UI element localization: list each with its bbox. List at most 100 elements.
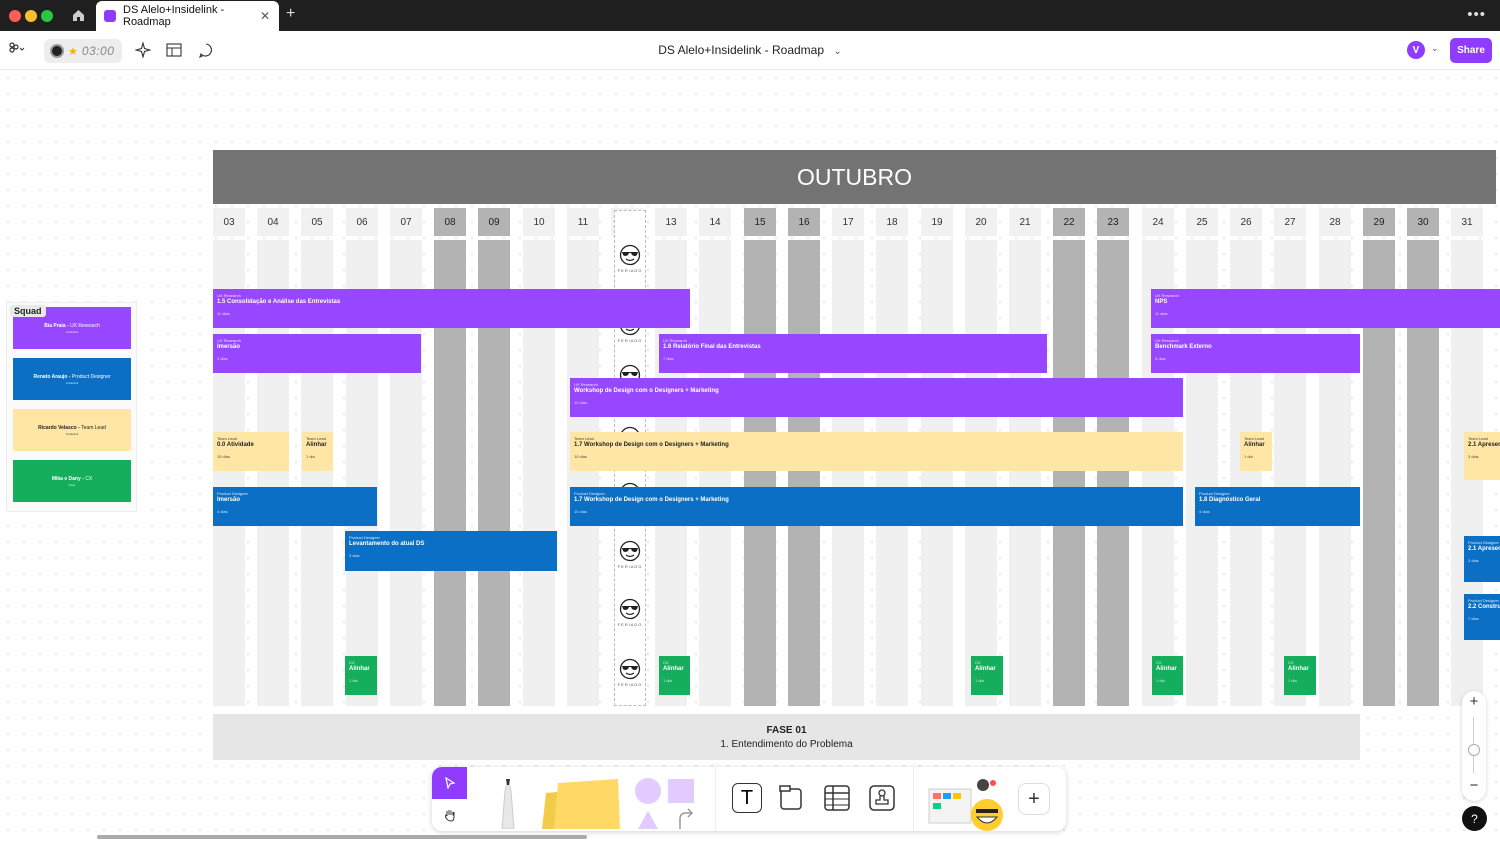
squad-member-card[interactable]: Renato Araujo - Product Designer Insideli…	[13, 358, 131, 400]
task-card[interactable]: Product Designer 1.8 Diagnóstico Geral 4 d…	[1195, 487, 1360, 526]
task-duration: 1 dia	[1156, 678, 1165, 683]
task-card[interactable]: CX Alinhar 1 dia	[1152, 656, 1183, 695]
table-tool[interactable]	[822, 783, 852, 813]
widgets-tool[interactable]	[927, 775, 1007, 831]
task-card[interactable]: Product Designer 2.2 Constru 7 dias	[1464, 594, 1500, 640]
stamp-tool[interactable]	[867, 783, 897, 813]
task-duration: 7 dias	[1468, 616, 1479, 621]
day-label-18: 18	[876, 208, 908, 236]
document-title[interactable]: DS Alelo+Insidelink - Roadmap ⌄	[0, 43, 1500, 57]
task-role: CX	[349, 660, 355, 665]
tab-roadmap[interactable]: DS Alelo+Insidelink - Roadmap ✕	[96, 1, 279, 31]
more-tools-button[interactable]: +	[1018, 783, 1050, 815]
maximize-window-button[interactable]	[41, 10, 53, 22]
top-toolbar: ★ 03:00 DS Alelo+Insidelink - Roadmap ⌄ …	[0, 31, 1500, 70]
task-card[interactable]: CX Alinhar 1 dia	[659, 656, 690, 695]
close-tab-icon[interactable]: ✕	[260, 9, 270, 23]
chevron-down-icon[interactable]: ⌄	[1431, 43, 1439, 54]
task-card[interactable]: CX Alinhar 1 dia	[1284, 656, 1316, 695]
day-label-06: 06	[346, 208, 378, 236]
task-card[interactable]: UX Research 1.6 Relatório Final das Entre…	[659, 334, 1047, 373]
avatar[interactable]: V	[1407, 41, 1425, 59]
zoom-control[interactable]: + −	[1462, 691, 1486, 801]
holiday-label: FERIADO	[617, 682, 643, 687]
help-button[interactable]: ?	[1462, 806, 1487, 831]
more-options-icon[interactable]: •••	[1467, 6, 1486, 23]
squad-member-card[interactable]: Ricardo Velasco - Team Lead Insidelink	[13, 409, 131, 451]
day-label-28: 28	[1319, 208, 1351, 236]
day-label-19: 19	[921, 208, 953, 236]
zoom-out-button[interactable]: −	[1462, 777, 1486, 794]
task-title: 1.7 Workshop de Design com o Designers +…	[574, 442, 729, 448]
zoom-in-button[interactable]: +	[1462, 693, 1486, 710]
squad-label[interactable]: Squad	[10, 305, 46, 317]
hand-tool[interactable]	[432, 799, 467, 831]
cursor-icon	[444, 777, 456, 789]
task-duration: 1 dia	[1244, 454, 1253, 459]
task-card[interactable]: CX Alinhar 1 dia	[345, 656, 377, 695]
task-duration: 1 dia	[306, 454, 315, 459]
task-card[interactable]: Product Designer2.1 Apresen Figma 3 dias	[1464, 536, 1500, 582]
task-title: Alinhar	[1244, 442, 1265, 448]
task-role: Product Designer	[349, 535, 380, 540]
day-label-20: 20	[965, 208, 997, 236]
minimize-window-button[interactable]	[25, 10, 37, 22]
task-card[interactable]: Team Lead 0.0 Atividade 15 dias	[213, 432, 289, 471]
task-duration: 10 dias	[574, 400, 587, 405]
task-card[interactable]: UX Research Imersão 3 dias	[213, 334, 421, 373]
task-role: Team Lead	[1244, 436, 1264, 441]
board-canvas[interactable]: OUTUBRO 03040506070809101112131415161718…	[0, 70, 1500, 844]
member-org: Insidelink	[65, 431, 79, 436]
holiday-label: FERIADO	[617, 622, 643, 627]
task-card[interactable]: UX Research NPS 11 dias	[1151, 289, 1500, 328]
sticky-note-tool[interactable]	[540, 779, 620, 829]
close-window-button[interactable]	[9, 10, 21, 22]
zoom-slider-handle[interactable]	[1468, 744, 1480, 756]
task-card[interactable]: Product Designer Imersão 4 dias	[213, 487, 377, 526]
tab-title: DS Alelo+Insidelink - Roadmap	[123, 4, 225, 28]
day-label-14: 14	[699, 208, 731, 236]
task-card[interactable]: Product Designer Levantamento do atual DS…	[345, 531, 557, 571]
task-title: Alinhar	[349, 666, 370, 672]
marker-tool[interactable]	[492, 778, 524, 830]
section-icon	[779, 785, 802, 810]
text-tool[interactable]: T	[732, 783, 762, 813]
task-role: CX	[1288, 660, 1294, 665]
day-label-05: 05	[301, 208, 333, 236]
horizontal-scrollbar[interactable]	[97, 835, 587, 839]
task-card[interactable]: Product Designer 1.7 Workshop de Design c…	[570, 487, 1183, 526]
task-title: 2.1 Apresen Figma	[1468, 546, 1500, 552]
task-role: UX Research	[663, 338, 687, 343]
task-duration: 3 dias	[217, 356, 228, 361]
task-duration: 11 dias	[217, 311, 230, 316]
task-card[interactable]: Team Lead 1.7 Workshop de Design com o De…	[570, 432, 1183, 471]
month-header: OUTUBRO	[213, 150, 1496, 204]
task-card[interactable]: Team Lead Alinhar 1 dia	[1240, 432, 1272, 471]
task-card[interactable]: CX Alinhar 1 dia	[971, 656, 1003, 695]
task-card[interactable]: UX Research Benchmark Externo 5 dias	[1151, 334, 1360, 373]
shape-tool[interactable]	[634, 777, 698, 829]
section-tool[interactable]	[777, 783, 805, 813]
sunglasses-emoji-icon: FERIADO	[617, 244, 643, 276]
weekend-column	[744, 240, 776, 706]
task-role: UX Research	[217, 293, 241, 298]
member-org: Insidelink	[65, 380, 79, 385]
day-label-08: 08	[434, 208, 466, 236]
sticky-note-icon	[542, 779, 620, 829]
sunglasses-emoji-icon: FERIADO	[617, 598, 643, 630]
day-label-16: 16	[788, 208, 820, 236]
task-role: Team Lead	[574, 436, 594, 441]
task-role: Product Designer	[217, 491, 248, 496]
figjam-file-icon	[104, 10, 116, 22]
new-tab-button[interactable]: +	[286, 5, 295, 23]
squad-member-card[interactable]: Mika e Dany - CX Alelo	[13, 460, 131, 502]
task-card[interactable]: UX Research 1.5 Consolidação e Análise da…	[213, 289, 690, 328]
task-card[interactable]: Team Lead2.1 Apresen Figma 3 dias	[1464, 432, 1500, 480]
task-duration: 10 dias	[574, 509, 587, 514]
select-tool[interactable]	[432, 767, 467, 799]
task-card[interactable]: UX Research Workshop de Design com o Desi…	[570, 378, 1183, 417]
share-button[interactable]: Share	[1450, 38, 1492, 63]
task-duration: 4 dias	[217, 509, 228, 514]
home-button[interactable]	[62, 0, 94, 31]
task-card[interactable]: Team Lead Alinhar 1 dia	[302, 432, 333, 471]
